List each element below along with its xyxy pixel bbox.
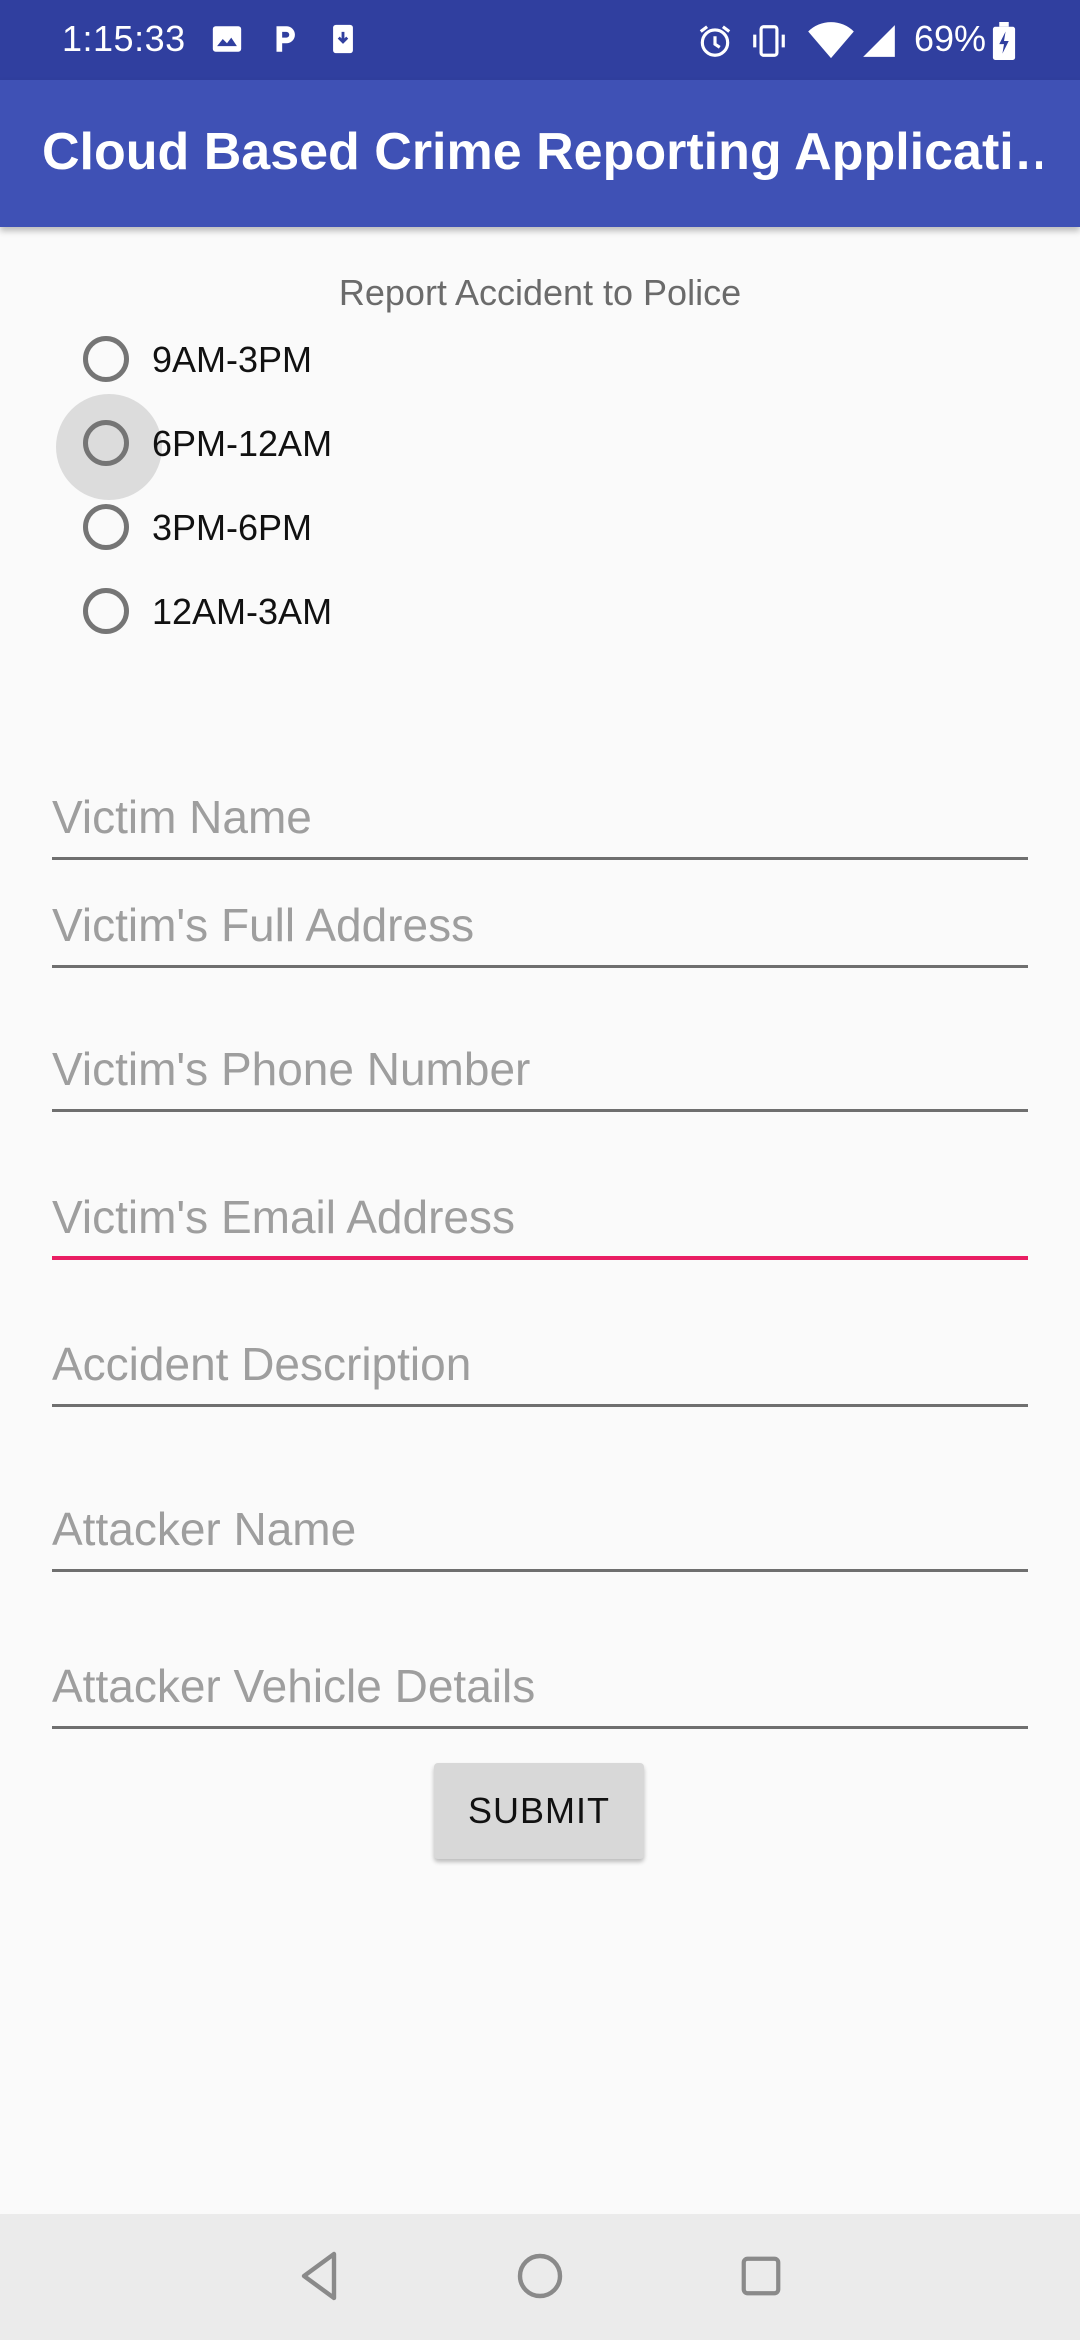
field-underline (52, 1404, 1028, 1407)
victim-address-field[interactable] (52, 888, 1028, 968)
field-underline (52, 1569, 1028, 1572)
radio-option-9am-3pm[interactable]: 9AM-3PM (50, 323, 550, 403)
submit-button[interactable]: SUBMIT (434, 1763, 644, 1859)
recents-icon[interactable] (738, 2248, 784, 2309)
wifi-icon (806, 22, 856, 65)
battery-charging-icon (992, 22, 1016, 65)
radio-option-3pm-6pm[interactable]: 3PM-6PM (50, 491, 550, 571)
victim-name-field[interactable] (52, 780, 1028, 860)
field-underline (52, 1726, 1028, 1729)
attacker-vehicle-input[interactable] (52, 1649, 1028, 1723)
victim-phone-input[interactable] (52, 1032, 1028, 1106)
accident-description-field[interactable] (52, 1327, 1028, 1407)
home-icon[interactable] (515, 2248, 565, 2309)
radio-label: 12AM-3AM (152, 591, 333, 632)
app-title: Cloud Based Crime Reporting Applicati… (42, 123, 1042, 181)
field-underline-focused (52, 1256, 1028, 1260)
navigation-bar (0, 2214, 1080, 2340)
radio-option-12am-3am[interactable]: 12AM-3AM (50, 575, 550, 655)
field-underline (52, 965, 1028, 968)
victim-address-input[interactable] (52, 888, 1028, 962)
status-bar: 1:15:33 69% (0, 0, 1080, 80)
victim-name-input[interactable] (52, 780, 1028, 854)
radio-button[interactable] (83, 336, 129, 382)
status-time: 1:15:33 (62, 18, 186, 59)
field-underline (52, 1109, 1028, 1112)
vibrate-icon (750, 22, 788, 65)
image-icon (210, 22, 244, 61)
radio-label: 3PM-6PM (152, 507, 313, 548)
attacker-vehicle-field[interactable] (52, 1649, 1028, 1729)
attacker-name-field[interactable] (52, 1492, 1028, 1572)
screen: 1:15:33 69% Cloud Based Crime Reporting … (0, 0, 1080, 2340)
victim-phone-field[interactable] (52, 1032, 1028, 1112)
back-icon[interactable] (296, 2248, 344, 2309)
radio-option-6pm-12am[interactable]: 6PM-12AM (50, 394, 550, 500)
radio-button[interactable] (83, 504, 129, 550)
radio-button[interactable] (83, 420, 129, 466)
battery-percent: 69% (914, 18, 987, 59)
app-bar: Cloud Based Crime Reporting Applicati… (0, 80, 1080, 227)
signal-icon (860, 22, 898, 65)
radio-label: 6PM-12AM (152, 423, 333, 464)
form-heading: Report Accident to Police (338, 272, 742, 313)
attacker-name-input[interactable] (52, 1492, 1028, 1566)
victim-email-field[interactable] (52, 1180, 1028, 1260)
radio-label: 9AM-3PM (152, 339, 313, 380)
field-underline (52, 857, 1028, 860)
download-icon (326, 22, 360, 61)
victim-email-input[interactable] (52, 1180, 1028, 1254)
parking-icon (268, 22, 302, 61)
alarm-icon (696, 22, 734, 65)
accident-description-input[interactable] (52, 1327, 1028, 1401)
radio-button[interactable] (83, 588, 129, 634)
